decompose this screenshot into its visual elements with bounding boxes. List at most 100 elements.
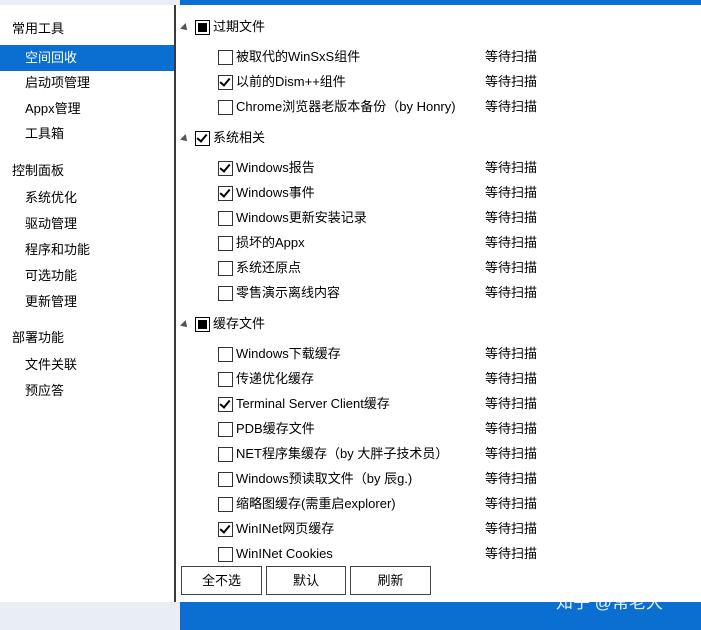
item-checkbox[interactable]: [218, 211, 233, 226]
sidebar-item-toolbox[interactable]: 工具箱: [0, 121, 174, 147]
list-item[interactable]: WinINet网页缓存 等待扫描: [178, 517, 701, 542]
deselect-all-button[interactable]: 全不选: [181, 566, 262, 595]
list-item[interactable]: 系统还原点 等待扫描: [178, 256, 701, 281]
list-item[interactable]: Chrome浏览器老版本备份（by Honry) 等待扫描: [178, 95, 701, 120]
list-item[interactable]: Windows报告 等待扫描: [178, 156, 701, 181]
item-checkbox[interactable]: [218, 261, 233, 276]
item-checkbox[interactable]: [218, 447, 233, 462]
item-label: Windows事件: [236, 185, 315, 200]
refresh-button[interactable]: 刷新: [350, 566, 431, 595]
item-checkbox[interactable]: [218, 422, 233, 437]
item-label: WinINet Cookies: [236, 546, 333, 561]
item-status: 等待扫描: [485, 421, 538, 436]
group-checkbox[interactable]: [195, 317, 210, 332]
item-status: 等待扫描: [485, 521, 538, 536]
list-item[interactable]: 损坏的Appx 等待扫描: [178, 231, 701, 256]
list-item[interactable]: WinINet Cookies 等待扫描: [178, 542, 701, 567]
item-label: 以前的Dism++组件: [236, 74, 346, 89]
list-item[interactable]: 被取代的WinSxS组件 等待扫描: [178, 45, 701, 70]
item-status: 等待扫描: [485, 99, 538, 114]
item-checkbox[interactable]: [218, 472, 233, 487]
item-checkbox[interactable]: [218, 286, 233, 301]
expand-triangle-icon[interactable]: [180, 23, 190, 33]
item-label: Windows下载缓存: [236, 346, 341, 361]
sidebar-section-deploy: 部署功能: [12, 330, 65, 345]
sidebar-item-preanswer[interactable]: 预应答: [0, 378, 174, 404]
sidebar-item-programs[interactable]: 程序和功能: [0, 237, 174, 263]
item-checkbox[interactable]: [218, 161, 233, 176]
item-label: 传递优化缓存: [236, 371, 315, 386]
item-status: 等待扫描: [485, 285, 538, 300]
group-header-expired-files[interactable]: 过期文件: [178, 17, 478, 41]
item-status: 等待扫描: [485, 346, 538, 361]
item-checkbox[interactable]: [218, 236, 233, 251]
item-checkbox[interactable]: [218, 372, 233, 387]
item-label: 系统还原点: [236, 260, 302, 275]
item-checkbox[interactable]: [218, 522, 233, 537]
item-checkbox[interactable]: [218, 497, 233, 512]
item-checkbox[interactable]: [218, 100, 233, 115]
group-label: 过期文件: [213, 19, 266, 34]
list-item[interactable]: 以前的Dism++组件 等待扫描: [178, 70, 701, 95]
list-item[interactable]: Terminal Server Client缓存 等待扫描: [178, 392, 701, 417]
list-item[interactable]: Windows下载缓存 等待扫描: [178, 342, 701, 367]
item-checkbox[interactable]: [218, 75, 233, 90]
item-label: 损坏的Appx: [236, 235, 305, 250]
group-label: 缓存文件: [213, 316, 266, 331]
sidebar-section-common-tools: 常用工具: [12, 21, 65, 36]
group-checkbox[interactable]: [195, 131, 210, 146]
list-item[interactable]: Windows更新安装记录 等待扫描: [178, 206, 701, 231]
item-label: 被取代的WinSxS组件: [236, 49, 361, 64]
item-label: PDB缓存文件: [236, 421, 315, 436]
watermark: 知乎 @常老大: [556, 593, 663, 612]
item-status: 等待扫描: [485, 371, 538, 386]
item-status: 等待扫描: [485, 210, 538, 225]
sidebar-item-startup[interactable]: 启动项管理: [0, 70, 174, 96]
list-item[interactable]: 传递优化缓存 等待扫描: [178, 367, 701, 392]
item-status: 等待扫描: [485, 446, 538, 461]
default-button[interactable]: 默认: [266, 566, 346, 595]
item-checkbox[interactable]: [218, 186, 233, 201]
item-status: 等待扫描: [485, 49, 538, 64]
list-item[interactable]: 缩略图缓存(需重启explorer) 等待扫描: [178, 492, 701, 517]
item-status: 等待扫描: [485, 260, 538, 275]
list-item[interactable]: NET程序集缓存（by 大胖子技术员） 等待扫描: [178, 442, 701, 467]
sidebar-item-file-assoc[interactable]: 文件关联: [0, 352, 174, 378]
list-item[interactable]: Windows预读取文件（by 辰g.) 等待扫描: [178, 467, 701, 492]
list-item[interactable]: Windows事件 等待扫描: [178, 181, 701, 206]
item-label: Terminal Server Client缓存: [236, 396, 390, 411]
sidebar-section-control-panel: 控制面板: [12, 163, 65, 178]
item-label: Windows报告: [236, 160, 315, 175]
item-checkbox[interactable]: [218, 397, 233, 412]
sidebar-item-appx[interactable]: Appx管理: [0, 96, 174, 122]
sidebar-item-updates[interactable]: 更新管理: [0, 289, 174, 315]
group-checkbox[interactable]: [195, 20, 210, 35]
expand-triangle-icon[interactable]: [180, 134, 190, 144]
sidebar: 常用工具 空间回收 启动项管理 Appx管理 工具箱 控制面板 系统优化 驱动管…: [0, 5, 174, 602]
sidebar-item-driver[interactable]: 驱动管理: [0, 211, 174, 237]
sidebar-item-system-optimize[interactable]: 系统优化: [0, 185, 174, 211]
item-checkbox[interactable]: [218, 347, 233, 362]
expand-triangle-icon[interactable]: [180, 320, 190, 330]
item-status: 等待扫描: [485, 160, 538, 175]
group-label: 系统相关: [213, 130, 266, 145]
item-checkbox[interactable]: [218, 547, 233, 562]
list-item[interactable]: PDB缓存文件 等待扫描: [178, 417, 701, 442]
item-status: 等待扫描: [485, 471, 538, 486]
sidebar-divider: [174, 5, 176, 602]
item-label: Windows预读取文件（by 辰g.): [236, 471, 413, 486]
group-header-system[interactable]: 系统相关: [178, 128, 478, 152]
list-item[interactable]: 零售演示离线内容 等待扫描: [178, 281, 701, 306]
sidebar-item-space-recovery[interactable]: 空间回收: [0, 45, 174, 71]
sidebar-item-optional-features[interactable]: 可选功能: [0, 263, 174, 289]
item-checkbox[interactable]: [218, 50, 233, 65]
item-label: NET程序集缓存（by 大胖子技术员）: [236, 446, 449, 461]
group-header-cache[interactable]: 缓存文件: [178, 314, 478, 338]
item-status: 等待扫描: [485, 396, 538, 411]
item-status: 等待扫描: [485, 235, 538, 250]
item-label: 缩略图缓存(需重启explorer): [236, 496, 396, 511]
item-status: 等待扫描: [485, 546, 538, 561]
item-label: 零售演示离线内容: [236, 285, 341, 300]
item-status: 等待扫描: [485, 185, 538, 200]
item-status: 等待扫描: [485, 496, 538, 511]
